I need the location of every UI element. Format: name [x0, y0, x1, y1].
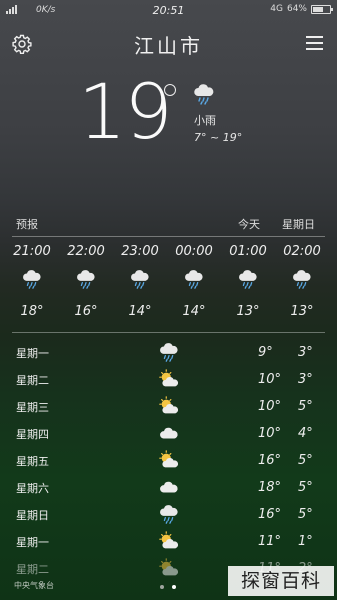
hour-item: 02:00 13° — [275, 244, 329, 319]
day-low: 5° — [298, 453, 313, 468]
day-low: 3° — [298, 372, 313, 387]
list-item: 星期五 16° 5° — [0, 447, 337, 474]
city-title[interactable]: 江山市 — [0, 30, 337, 59]
list-item: 星期一 11° 1° — [0, 528, 337, 555]
day-low: 4° — [298, 426, 313, 441]
hour-time: 02:00 — [283, 244, 321, 259]
list-item: 星期日 16° 5° — [0, 501, 337, 528]
partly-cloudy-icon — [159, 531, 179, 549]
page-dot[interactable] — [160, 585, 164, 589]
day-name: 星期一 — [16, 536, 49, 549]
day-name: 星期二 — [16, 374, 49, 387]
hour-item: 01:00 13° — [221, 244, 275, 319]
day-name: 星期五 — [16, 455, 49, 468]
watermark: 探窗百科 — [228, 566, 334, 596]
hour-temp: 18° — [20, 304, 44, 319]
rain-cloud-icon — [131, 270, 149, 289]
hour-temp: 14° — [128, 304, 152, 319]
rain-cloud-icon — [239, 270, 257, 289]
degree-symbol — [164, 84, 176, 96]
cloud-icon — [160, 427, 178, 439]
day-low: 3° — [298, 345, 313, 360]
hour-temp: 14° — [182, 304, 206, 319]
rain-cloud-icon — [23, 270, 41, 289]
battery-icon — [311, 4, 333, 14]
day-name: 星期三 — [16, 401, 49, 414]
hour-temp: 16° — [74, 304, 98, 319]
list-item: 星期四 10° 4° — [0, 420, 337, 447]
hour-time: 21:00 — [13, 244, 51, 259]
forecast-title: 预报 — [16, 218, 38, 231]
hour-time: 22:00 — [67, 244, 105, 259]
current-range: 7° ~ 19° — [194, 131, 243, 144]
hour-time: 00:00 — [175, 244, 213, 259]
partly-cloudy-icon — [159, 558, 179, 576]
hour-time: 23:00 — [121, 244, 159, 259]
day-low: 1° — [298, 534, 313, 549]
status-bar: 0K/s 20:51 4G 64% — [0, 0, 337, 22]
day-high: 18° — [258, 480, 282, 495]
day-high: 9° — [258, 345, 273, 360]
hourly-forecast[interactable]: 21:00 18° 22:00 16° 23:00 14° 00:00 14° … — [0, 244, 337, 324]
list-item: 星期六 18° 5° — [0, 474, 337, 501]
day-high: 10° — [258, 399, 282, 414]
rain-cloud-icon — [185, 270, 203, 289]
day-low: 5° — [298, 507, 313, 522]
page-dot-active[interactable] — [172, 585, 176, 589]
day-high: 10° — [258, 372, 282, 387]
divider — [12, 332, 325, 333]
battery-level: 64% — [286, 4, 307, 14]
page-indicator[interactable] — [160, 585, 176, 589]
divider — [12, 236, 325, 237]
hour-item: 22:00 16° — [59, 244, 113, 319]
day-high: 11° — [258, 534, 282, 549]
menu-icon[interactable] — [306, 36, 323, 50]
rain-cloud-icon — [293, 270, 311, 289]
partly-cloudy-icon — [159, 369, 179, 387]
partly-cloudy-icon — [159, 396, 179, 414]
hour-temp: 13° — [290, 304, 314, 319]
list-item: 星期一 9° 3° — [0, 339, 337, 366]
weekday-label: 星期日 — [282, 218, 315, 231]
hour-time: 01:00 — [229, 244, 267, 259]
hour-temp: 13° — [236, 304, 260, 319]
today-label: 今天 — [238, 218, 260, 231]
hour-item: 23:00 14° — [113, 244, 167, 319]
rain-cloud-icon — [160, 343, 178, 362]
data-source: 中央气象台 — [14, 581, 54, 590]
day-low: 5° — [298, 480, 313, 495]
list-item: 星期二 10° 3° — [0, 366, 337, 393]
day-name: 星期四 — [16, 428, 49, 441]
current-condition: 小雨 — [194, 114, 216, 127]
rain-cloud-icon — [160, 505, 178, 524]
network-type: 4G — [270, 4, 283, 14]
rain-cloud-icon — [77, 270, 95, 289]
day-high: 16° — [258, 507, 282, 522]
current-temperature: 19 — [78, 67, 173, 156]
day-name: 星期二 — [16, 563, 49, 576]
day-name: 星期一 — [16, 347, 49, 360]
rain-cloud-icon — [194, 84, 214, 105]
hour-item: 21:00 18° — [5, 244, 59, 319]
day-name: 星期六 — [16, 482, 49, 495]
day-low: 5° — [298, 399, 313, 414]
status-right: 4G 64% — [270, 4, 333, 14]
hour-item: 00:00 14° — [167, 244, 221, 319]
cloud-icon — [160, 481, 178, 493]
partly-cloudy-icon — [159, 450, 179, 468]
day-high: 10° — [258, 426, 282, 441]
day-high: 16° — [258, 453, 282, 468]
day-name: 星期日 — [16, 509, 49, 522]
list-item: 星期三 10° 5° — [0, 393, 337, 420]
